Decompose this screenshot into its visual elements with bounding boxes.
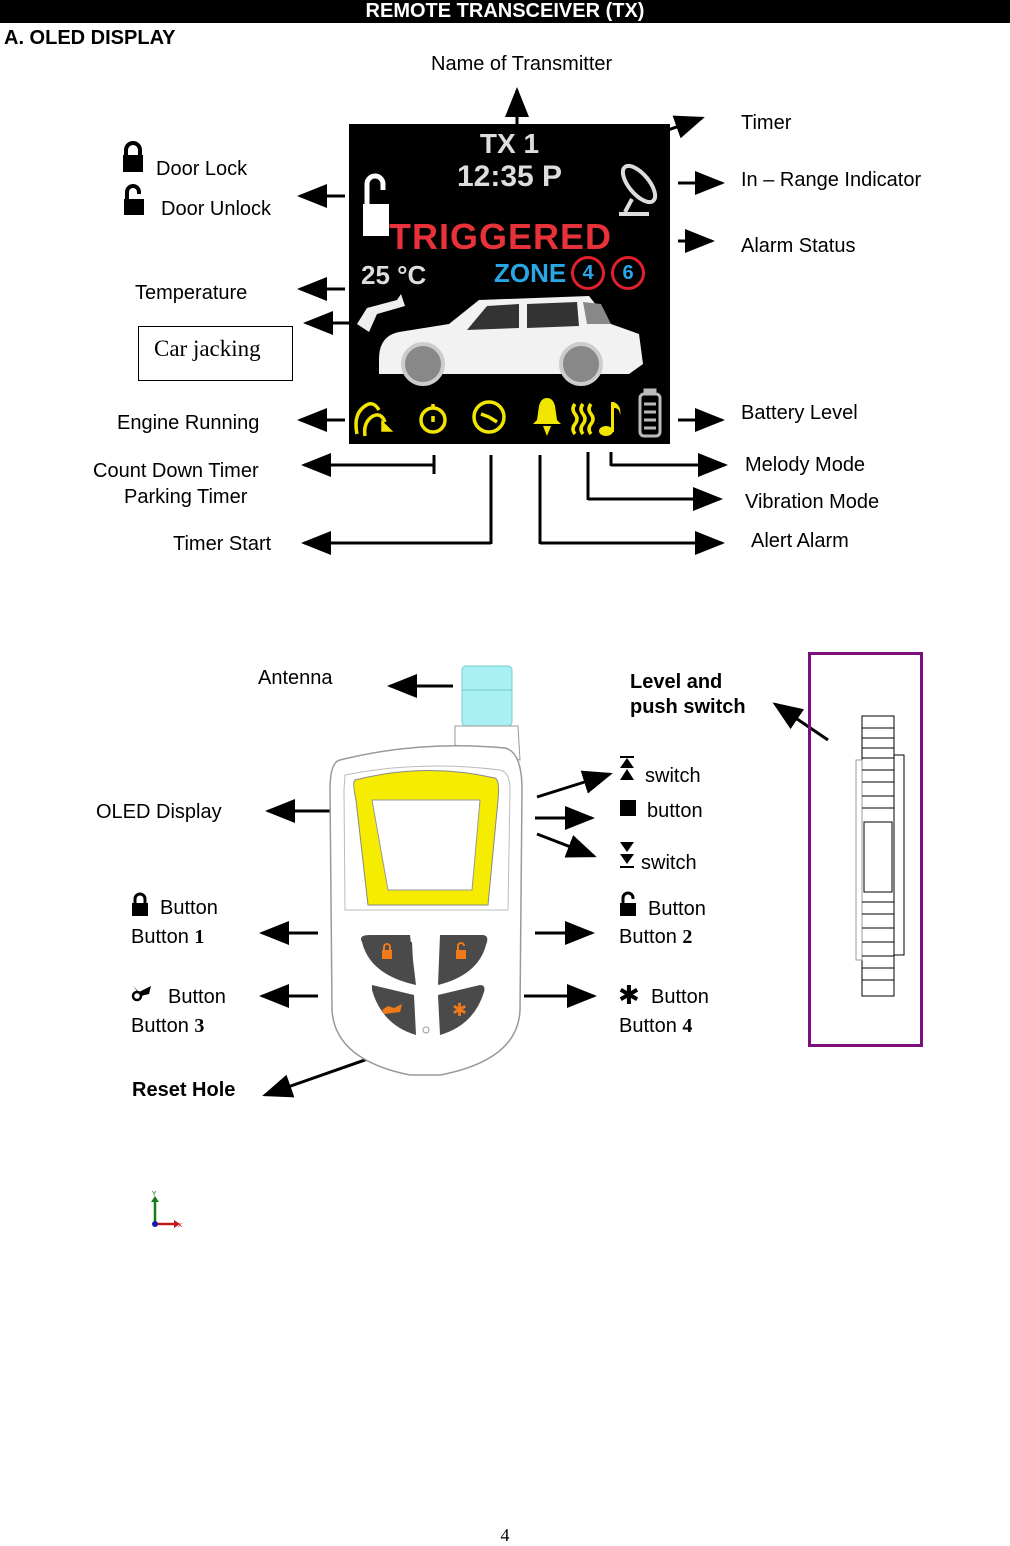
button3-number: 3 (194, 1015, 205, 1037)
star-icon: ✱ (618, 981, 640, 1011)
label-reset-hole: Reset Hole (132, 1079, 236, 1101)
unlock-icon (620, 891, 636, 916)
label-up-switch: switch (645, 765, 701, 787)
label-down-switch: switch (641, 852, 697, 874)
button2-text: Button (619, 926, 677, 948)
axis-x-label: x (178, 1221, 182, 1229)
label-antenna: Antenna (258, 667, 333, 689)
up-switch-icon (620, 756, 634, 780)
lock-icon (132, 892, 148, 916)
side-view-frame (808, 652, 923, 1047)
star-key-icon: ✱ (452, 1000, 467, 1021)
label-button1-line1: Button (160, 897, 218, 919)
label-button1-line2: Button 1 (131, 926, 204, 948)
axis-y-label: Y (151, 1190, 157, 1198)
label-button3-line2: Button 3 (131, 1015, 204, 1037)
antenna-graphic (461, 665, 513, 727)
stop-button-icon (620, 800, 636, 816)
button3-text: Button (131, 1015, 189, 1037)
label-button4-line2: Button 4 (619, 1015, 692, 1037)
trunk-icon (131, 986, 151, 1002)
label-button2-line1: Button (648, 898, 706, 920)
down-switch-icon (620, 842, 634, 868)
label-button3-line1: Button (168, 986, 226, 1008)
label-level-push-line2: push switch (630, 696, 746, 718)
button2-number: 2 (682, 926, 693, 948)
button1-text: Button (131, 926, 189, 948)
button4-number: 4 (682, 1015, 693, 1037)
label-oled-display: OLED Display (96, 801, 222, 823)
label-button2-line2: Button 2 (619, 926, 692, 948)
button4-text: Button (619, 1015, 677, 1037)
label-stop-button: button (647, 800, 703, 822)
label-level-push-line1: Level and (630, 671, 723, 693)
axis-gizmo (151, 1196, 180, 1228)
oled-window (371, 799, 481, 891)
button1-number: 1 (194, 926, 205, 948)
label-button4-line1: Button (651, 986, 709, 1008)
